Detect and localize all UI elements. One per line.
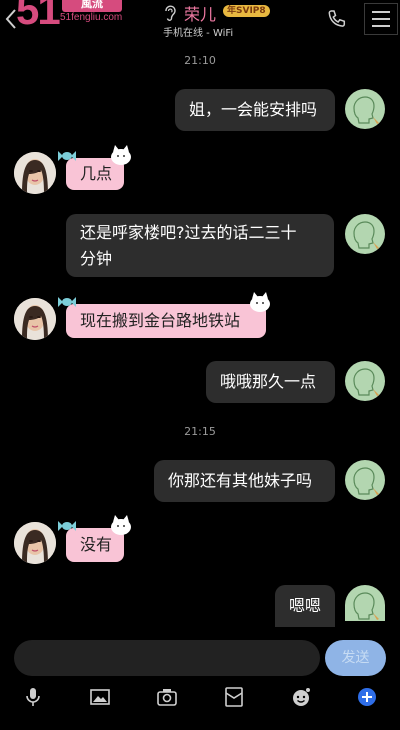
site-logo: 51 風流 51fengliu.com xyxy=(14,0,126,33)
message-timestamp: 21:15 xyxy=(184,425,216,438)
plus-icon[interactable] xyxy=(355,685,379,709)
contact-avatar[interactable] xyxy=(14,152,56,194)
menu-icon[interactable] xyxy=(364,3,398,35)
contact-photo xyxy=(14,152,56,194)
user-avatar[interactable] xyxy=(345,585,385,621)
user-avatar[interactable] xyxy=(345,214,385,254)
camera-icon[interactable] xyxy=(155,685,179,709)
user-avatar[interactable] xyxy=(345,89,385,129)
phone-icon[interactable] xyxy=(326,8,348,30)
cat-sticker-icon xyxy=(111,515,131,535)
svip-badge: 年SVIP8 xyxy=(223,5,270,17)
sent-message-line: 还是呼家楼吧?过去的话二三十 xyxy=(80,223,297,242)
contact-photo xyxy=(14,298,56,340)
received-message-text: 几点 xyxy=(80,164,113,183)
avatar-silhouette-icon xyxy=(353,221,379,249)
received-message-text: 没有 xyxy=(80,535,113,554)
avatar-silhouette-icon xyxy=(353,592,379,620)
cat-sticker-icon xyxy=(250,292,270,312)
contact-status: 手机在线 - WiFi xyxy=(163,28,234,39)
received-message-bubble[interactable]: 现在搬到金台路地铁站 xyxy=(66,304,266,338)
sent-message-line: 分钟 xyxy=(80,249,113,268)
cat-sticker-icon xyxy=(111,145,131,165)
contact-avatar[interactable] xyxy=(14,298,56,340)
earpiece-icon[interactable] xyxy=(163,4,177,22)
sent-message-bubble[interactable]: 姐，一会能安排吗 xyxy=(175,89,335,131)
received-message-text: 现在搬到金台路地铁站 xyxy=(80,311,241,330)
contact-name[interactable]: 荣儿 xyxy=(184,1,216,25)
logo-badge: 風流 xyxy=(62,0,122,12)
sent-message-bubble[interactable]: 嗯嗯 xyxy=(275,585,335,627)
sent-message-bubble[interactable]: 哦哦那久一点 xyxy=(206,361,335,403)
sent-message-bubble[interactable]: 你那还有其他妹子吗 xyxy=(154,460,335,502)
contact-avatar[interactable] xyxy=(14,522,56,564)
microphone-icon[interactable] xyxy=(21,685,45,709)
user-avatar[interactable] xyxy=(345,361,385,401)
sent-message-bubble[interactable]: 还是呼家楼吧?过去的话二三十 分钟 xyxy=(66,214,334,277)
avatar-silhouette-icon xyxy=(353,368,379,396)
contact-photo xyxy=(14,522,56,564)
user-avatar[interactable] xyxy=(345,460,385,500)
chat-header: 51 風流 51fengliu.com 荣儿 年SVIP8 手机在线 - WiF… xyxy=(0,0,400,42)
logo-number: 51 xyxy=(16,0,61,33)
candy-sticker-icon xyxy=(58,297,76,307)
message-input[interactable] xyxy=(14,640,320,676)
avatar-silhouette-icon xyxy=(353,96,379,124)
message-timestamp: 21:10 xyxy=(184,54,216,67)
emoji-icon[interactable] xyxy=(289,685,313,709)
image-icon[interactable] xyxy=(88,685,112,709)
candy-sticker-icon xyxy=(58,151,76,161)
candy-sticker-icon xyxy=(58,521,76,531)
send-button[interactable]: 发送 xyxy=(325,640,386,676)
logo-site-url: 51fengliu.com xyxy=(60,12,123,23)
red-packet-icon[interactable] xyxy=(222,685,246,709)
avatar-silhouette-icon xyxy=(353,467,379,495)
